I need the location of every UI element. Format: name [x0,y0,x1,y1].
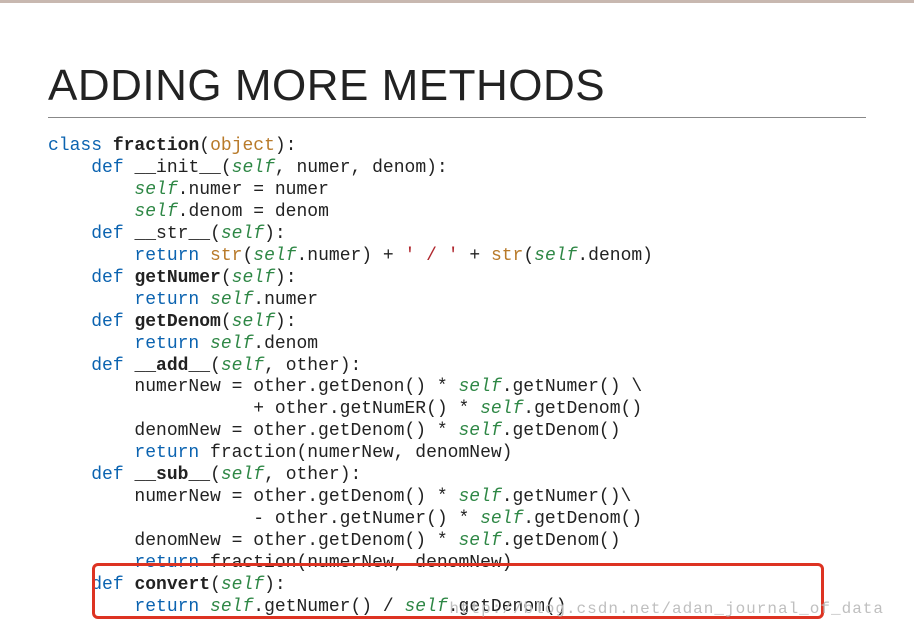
str-lit: ' / ' [405,246,459,266]
l17b: .getNumer()\ [502,487,632,507]
l13a: + other.getNumER() * [253,399,480,419]
kw-self: self [210,597,253,617]
kw-self: self [253,246,296,266]
l19b: .getDenom() [502,531,621,551]
fn-init: __init__ [134,158,220,178]
watermark: http://blog.csdn.net/adan_journal_of_dat… [449,600,884,618]
kw-self: self [232,312,275,332]
l18b: .getDenom() [523,509,642,529]
kw-self: self [458,531,501,551]
kw-return: return [134,246,199,266]
kw-self: self [232,268,275,288]
kw-def: def [91,575,123,595]
l13b: .getDenom() [523,399,642,419]
l19a: denomNew = other.getDenom() * [134,531,458,551]
kw-self: self [221,575,264,595]
kw-def: def [91,224,123,244]
kw-self: self [134,180,177,200]
fn-getnumer: getNumer [134,268,220,288]
l20: fraction(numerNew, denomNew) [199,553,512,573]
kw-def: def [91,465,123,485]
kw-self: self [458,487,501,507]
kw-self: self [210,290,253,310]
l11o: , other): [264,356,361,376]
l18a: - other.getNumer() * [253,509,480,529]
fn-convert: convert [134,575,210,595]
init-args: , numer, denom): [275,158,448,178]
kw-return: return [134,334,199,354]
l6b: .denom) [577,246,653,266]
l17a: numerNew = other.getDenom() * [134,487,458,507]
kw-self: self [534,246,577,266]
l6a: .numer) [296,246,372,266]
l10: .denom [253,334,318,354]
kw-self: self [405,597,448,617]
kw-return: return [134,597,199,617]
fn-str: __str__ [134,224,210,244]
kw-self: self [232,158,275,178]
slide-title: ADDING MORE METHODS [48,61,866,111]
kw-def: def [91,312,123,332]
l8: .numer [253,290,318,310]
kw-self: self [221,224,264,244]
fn-add: __add__ [134,356,210,376]
bi-str: str [210,246,242,266]
kw-return: return [134,290,199,310]
l16o: , other): [264,465,361,485]
kw-def: def [91,158,123,178]
title-block: ADDING MORE METHODS [48,61,866,118]
l12a: numerNew = other.getDenon() * [134,377,458,397]
slide: ADDING MORE METHODS class fraction(objec… [0,0,914,624]
class-name: fraction [113,136,199,156]
kw-self: self [221,465,264,485]
kw-def: def [91,268,123,288]
kw-return: return [134,443,199,463]
kw-def: def [91,356,123,376]
fn-sub: __sub__ [134,465,210,485]
l6p2: + [459,246,491,266]
kw-self: self [458,421,501,441]
l14b: .getDenom() [502,421,621,441]
l14a: denomNew = other.getDenom() * [134,421,458,441]
l4: .denom = denom [178,202,329,222]
l12b: .getNumer() \ [502,377,642,397]
kw-self: self [221,356,264,376]
fn-getdenom: getDenom [134,312,220,332]
kw-self: self [480,399,523,419]
kw-return: return [134,553,199,573]
l3: .numer = numer [178,180,329,200]
kw-self: self [480,509,523,529]
l6p1: + [372,246,404,266]
bi-str: str [491,246,523,266]
code-block: class fraction(object): def __init__(sel… [48,136,866,619]
kw-self: self [210,334,253,354]
kw-class: class [48,136,102,156]
kw-self: self [458,377,501,397]
kw-self: self [134,202,177,222]
l22a: .getNumer() / [253,597,404,617]
l15: fraction(numerNew, denomNew) [199,443,512,463]
kw-object: object [210,136,275,156]
